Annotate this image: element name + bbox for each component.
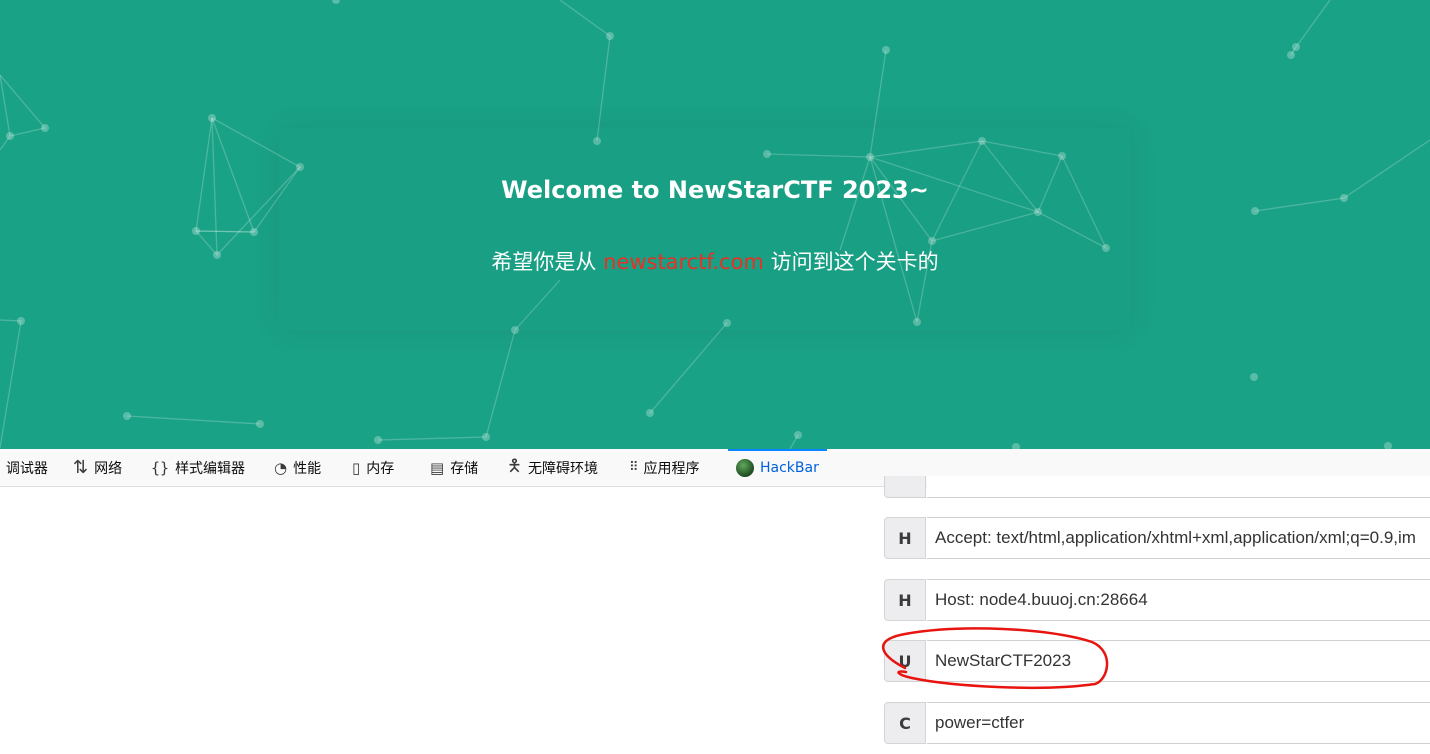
welcome-message: 希望你是从 newstarctf.com 访问到这个关卡的 — [0, 246, 1430, 276]
header-type-button[interactable]: C — [884, 702, 926, 744]
web-page: Welcome to NewStarCTF 2023~ 希望你是从 newsta… — [0, 0, 1430, 449]
header-value-input[interactable]: Host: node4.buuoj.cn:28664 — [927, 579, 1430, 621]
message-text-after: 访问到这个关卡的 — [763, 250, 939, 274]
tab-network[interactable]: ⇅ 网络 — [73, 449, 122, 486]
tab-label: 调试器 — [5, 460, 48, 477]
memory-chip-icon: ▯ — [352, 458, 361, 477]
tab-storage[interactable]: ▤ 存储 — [430, 449, 478, 486]
gauge-icon: ◔ — [274, 458, 288, 477]
tab-label: HackBar — [760, 459, 819, 476]
header-row: H Accept: text/html,application/xhtml+xm… — [884, 517, 1430, 559]
tab-label: 性能 — [293, 460, 322, 477]
tab-style-editor[interactable]: {} 样式编辑器 — [151, 449, 245, 486]
devtools-panel: ◗ 调试器 ⇅ 网络 {} 样式编辑器 ◔ 性能 ▯ 内存 ▤ 存储 🯅 无障碍… — [0, 449, 1430, 754]
tab-label: 内存 — [366, 460, 395, 477]
grid-icon: ⠿ — [629, 460, 638, 475]
page-title: Welcome to NewStarCTF 2023~ — [501, 176, 929, 204]
tab-application[interactable]: ⠿ 应用程序 — [629, 449, 700, 486]
header-row: U NewStarCTF2023 — [884, 640, 1430, 682]
tab-label: 网络 — [94, 460, 123, 477]
accessibility-icon: 🯅 — [507, 456, 522, 476]
header-value-input[interactable]: Accept: text/html,application/xhtml+xml,… — [927, 517, 1430, 559]
header-type-button[interactable] — [884, 476, 926, 498]
header-input-partial[interactable] — [927, 476, 1430, 498]
tab-memory[interactable]: ▯ 内存 — [352, 449, 394, 486]
tab-label: 存储 — [450, 460, 479, 477]
header-row: C power=ctfer — [884, 702, 1430, 744]
header-row-partial — [884, 476, 1430, 498]
tab-label: 无障碍环境 — [527, 460, 598, 477]
header-type-button[interactable]: H — [884, 579, 926, 621]
hackbar-logo-icon — [736, 458, 754, 477]
tab-label: 样式编辑器 — [175, 460, 246, 477]
header-type-button[interactable]: U — [884, 640, 926, 682]
tab-performance[interactable]: ◔ 性能 — [274, 449, 321, 486]
storage-icon: ▤ — [430, 458, 445, 477]
tab-label: 应用程序 — [643, 460, 700, 477]
header-row: H Host: node4.buuoj.cn:28664 — [884, 579, 1430, 621]
header-type-button[interactable]: H — [884, 517, 926, 559]
tab-debugger[interactable]: ◗ 调试器 — [0, 449, 48, 486]
tab-hackbar[interactable]: HackBar — [728, 449, 827, 486]
welcome-card — [279, 128, 1130, 330]
header-value-input[interactable]: NewStarCTF2023 — [927, 640, 1430, 682]
network-arrows-icon: ⇅ — [73, 457, 89, 478]
message-text-before: 希望你是从 — [491, 250, 604, 274]
braces-icon: {} — [151, 458, 170, 477]
newstarctf-link[interactable]: newstarctf.com — [603, 250, 764, 274]
tab-accessibility[interactable]: 🯅 无障碍环境 — [507, 449, 598, 486]
header-value-input[interactable]: power=ctfer — [927, 702, 1430, 744]
